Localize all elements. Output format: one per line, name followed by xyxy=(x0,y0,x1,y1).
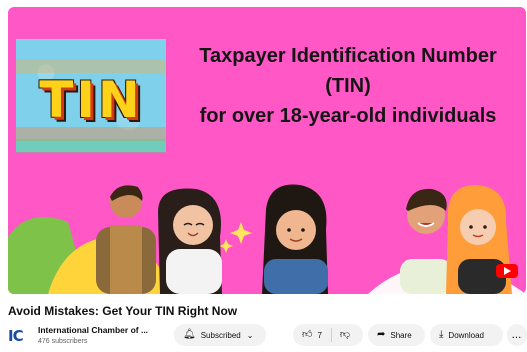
more-horizontal-icon: ... xyxy=(512,330,522,340)
subscribed-label: Subscribed xyxy=(200,330,241,340)
download-button[interactable]: ⤓ Download xyxy=(430,324,503,346)
like-count: 7 xyxy=(317,330,322,340)
channel-avatar[interactable]: IC xyxy=(8,326,30,346)
bell-icon: 🔔︎ xyxy=(183,329,196,340)
like-dislike-group: 👍︎ 7 👎︎ xyxy=(293,324,363,346)
video-player[interactable]: TIN Taxpayer Identification Number (TIN)… xyxy=(8,7,526,294)
headline-line-3: for over 18-year-old individuals xyxy=(199,105,497,127)
share-label: Share xyxy=(390,330,412,340)
subscribed-button[interactable]: 🔔︎ Subscribed ⌄ xyxy=(174,324,266,346)
share-arrow-icon: ➦ xyxy=(377,329,386,340)
thumbs-up-icon[interactable]: 👍︎ xyxy=(302,330,312,340)
thumbs-down-icon[interactable]: 👎︎ xyxy=(340,330,350,340)
man-fourth-figure xyxy=(400,188,452,294)
thumbnail-illustration xyxy=(8,184,526,294)
youtube-logo-icon xyxy=(496,264,518,278)
download-label: Download xyxy=(448,330,484,340)
divider xyxy=(330,328,332,342)
tin-logo-text: TIN xyxy=(39,71,143,129)
subscriber-count: 476 subscribers xyxy=(38,338,88,345)
video-title: Avoid Mistakes: Get Your TIN Right Now xyxy=(8,304,238,318)
chevron-down-icon: ⌄ xyxy=(246,330,254,340)
download-icon: ⤓ xyxy=(439,329,444,340)
more-options-button[interactable]: ... xyxy=(507,324,527,346)
headline-line-2: (TIN) xyxy=(325,75,371,97)
channel-name[interactable]: International Chamber of ... xyxy=(38,325,148,335)
share-button[interactable]: ➦ Share xyxy=(368,324,425,346)
tin-logo-card: TIN xyxy=(16,39,166,153)
sparkle-icon xyxy=(230,222,252,244)
thumbnail-headline: Taxpayer Identification Number (TIN) for… xyxy=(173,41,523,131)
man-left-figure xyxy=(96,185,156,294)
headline-line-1: Taxpayer Identification Number xyxy=(199,45,497,67)
sparkle-icon xyxy=(219,239,233,253)
woman-second-figure xyxy=(158,188,222,294)
woman-third-figure xyxy=(262,184,328,294)
